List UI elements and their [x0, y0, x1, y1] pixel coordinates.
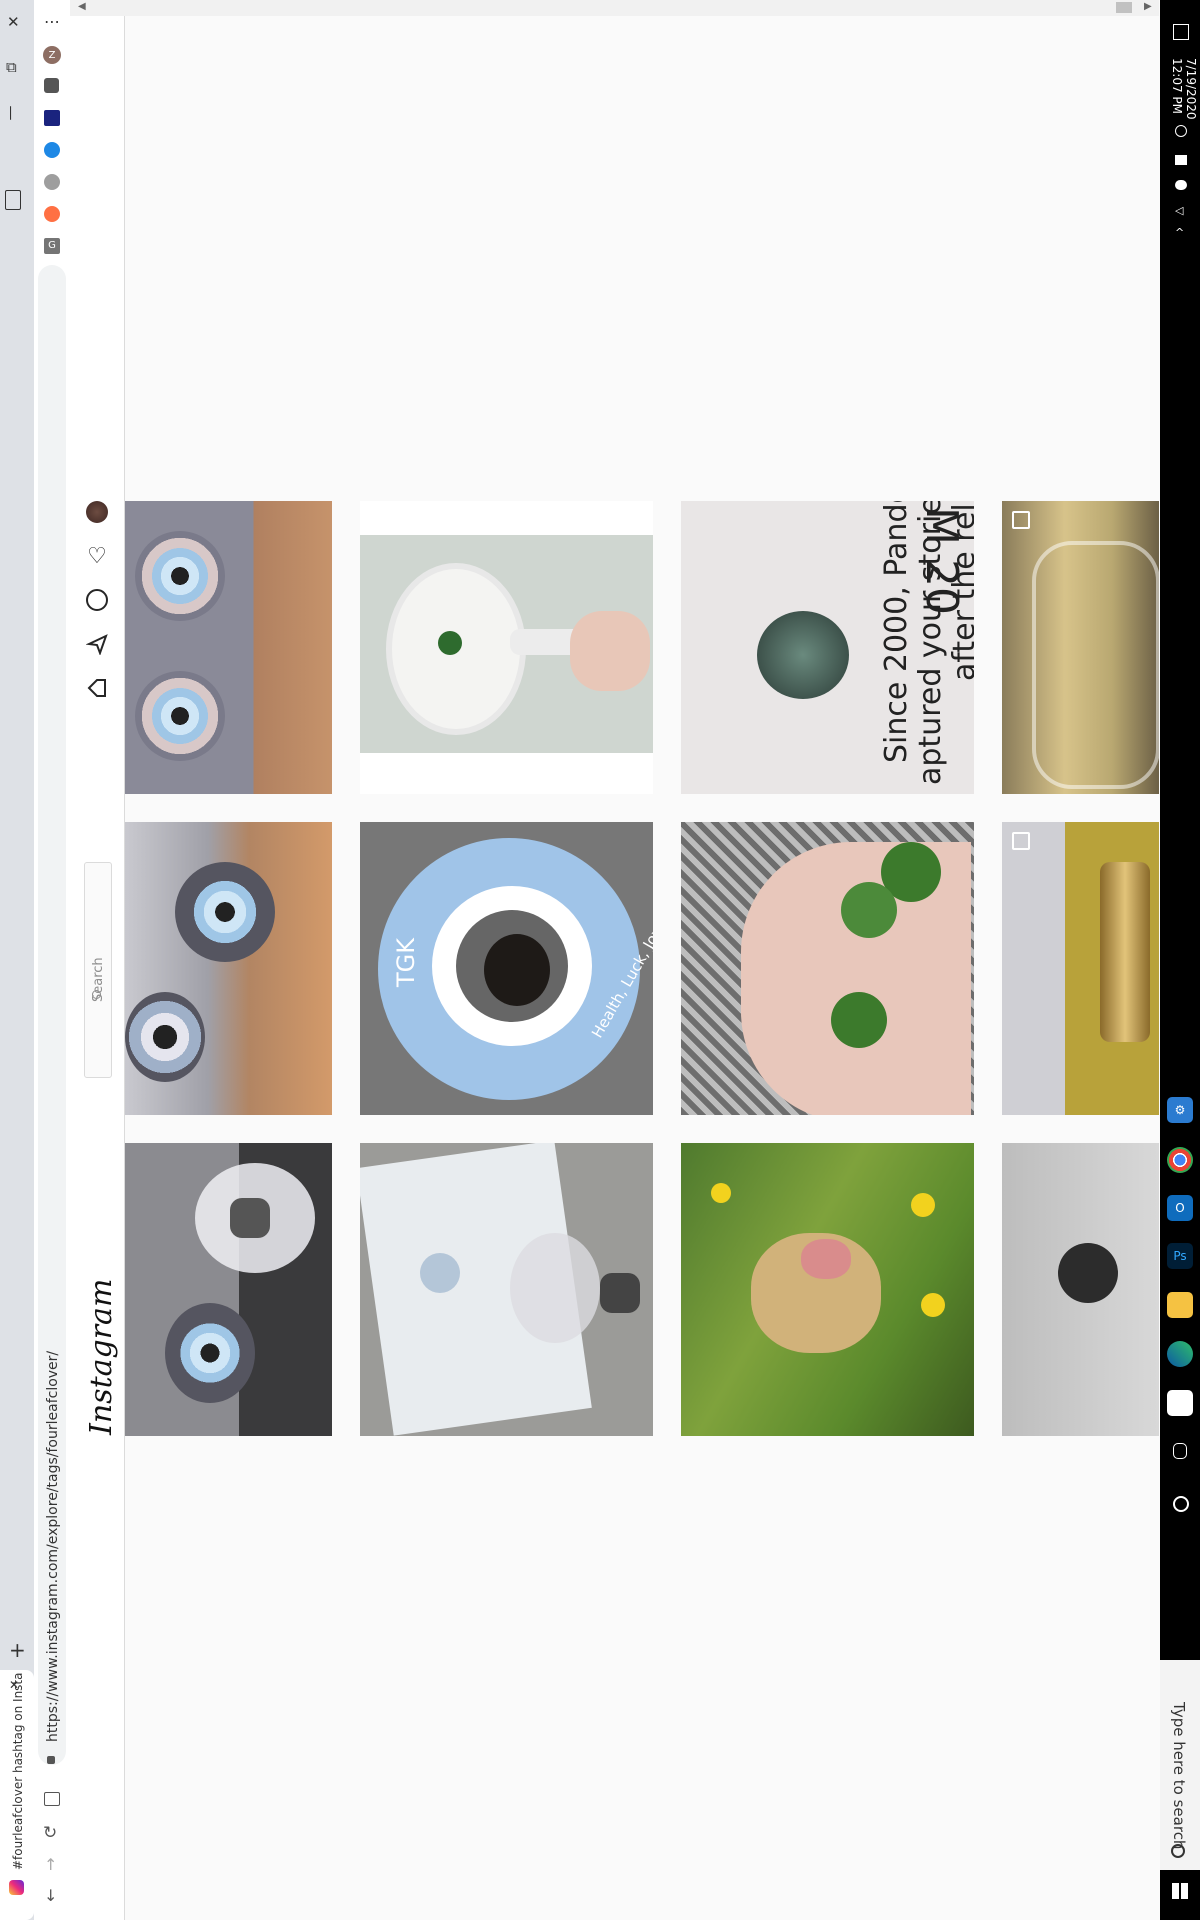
extension-blue-icon[interactable] — [44, 142, 60, 158]
task-view-icon[interactable] — [1173, 1443, 1187, 1459]
store-app-icon[interactable] — [1167, 1390, 1193, 1416]
home-icon-ig[interactable] — [84, 675, 110, 701]
search-icon — [92, 990, 101, 999]
extensions-puzzle-icon[interactable] — [44, 78, 59, 93]
carousel-icon — [1012, 832, 1030, 850]
dropbox-icon[interactable] — [1175, 155, 1187, 165]
direct-send-icon[interactable] — [84, 631, 110, 657]
scrollbar-thumb[interactable] — [1116, 2, 1132, 13]
window-close-icon[interactable]: ✕ — [7, 13, 20, 31]
extension-orange-icon[interactable] — [44, 206, 60, 222]
lock-icon — [47, 1756, 55, 1764]
photoshop-app-icon[interactable]: Ps — [1167, 1243, 1193, 1269]
post-tile[interactable] — [681, 822, 974, 1115]
post-tile[interactable] — [360, 1143, 653, 1436]
post-tile[interactable]: Since 2000, Pandora aptured your stories… — [681, 501, 974, 794]
reload-icon[interactable]: ↻ — [43, 1823, 57, 1843]
explore-compass-icon[interactable] — [84, 587, 110, 613]
tab-strip — [0, 0, 34, 1920]
address-url[interactable]: https://www.instagram.com/explore/tags/f… — [45, 1351, 61, 1742]
post-tile[interactable]: TGK Health, Luck, Joy — [360, 822, 653, 1115]
chrome-app-icon[interactable] — [1167, 1147, 1193, 1173]
outlook-app-icon[interactable]: O — [1167, 1195, 1193, 1221]
post-tile[interactable] — [1002, 1143, 1159, 1436]
search-magnifier-icon — [1171, 1844, 1185, 1858]
new-tab-button[interactable]: + — [9, 1638, 26, 1662]
show-hidden-icon[interactable]: ^ — [1175, 226, 1184, 239]
instagram-logo[interactable]: Instagram — [84, 1279, 119, 1435]
window-restore-icon[interactable]: ⧉ — [6, 58, 17, 76]
windows-start-icon[interactable] — [1172, 1883, 1188, 1899]
scroll-right-arrow-icon[interactable]: ▶ — [1144, 1, 1152, 12]
tray-icon[interactable] — [1175, 125, 1187, 137]
post-tile[interactable] — [125, 822, 332, 1115]
notification-icon[interactable] — [1173, 24, 1189, 40]
taskbar — [1160, 0, 1200, 1920]
extension-grey-icon[interactable] — [44, 174, 60, 190]
post-tile[interactable] — [681, 1143, 974, 1436]
window-minimize-icon[interactable]: — — [3, 106, 21, 121]
tab-close-icon[interactable]: ✕ — [9, 1678, 19, 1692]
tab-title: #fourleafclover hashtag on Insta — [11, 1672, 25, 1870]
profile-avatar-ig[interactable] — [86, 501, 108, 523]
post-tile[interactable] — [125, 1143, 332, 1436]
post-tile[interactable] — [125, 501, 332, 794]
edge-app-icon[interactable] — [1167, 1341, 1193, 1367]
file-explorer-icon[interactable] — [1167, 1292, 1193, 1318]
post-tile[interactable] — [360, 501, 653, 794]
tgk-brand: TGK — [392, 938, 420, 987]
back-icon[interactable]: ↓ — [44, 1886, 57, 1905]
extension-chart-icon[interactable] — [44, 110, 60, 126]
profile-initial: Z — [48, 49, 56, 61]
taskbar-time: 12:07 PM — [1170, 58, 1184, 114]
horizontal-scrollbar[interactable]: ◀ ▶ — [70, 0, 1159, 16]
scroll-left-arrow-icon[interactable]: ◀ — [78, 1, 86, 12]
home-icon[interactable] — [44, 1792, 60, 1806]
sidebar-panel-icon[interactable] — [5, 190, 21, 210]
carousel-icon — [1012, 511, 1030, 529]
forward-icon[interactable]: ↑ — [44, 1855, 57, 1874]
volume-icon[interactable]: ◁ — [1175, 204, 1183, 217]
settings-app-icon[interactable]: ⚙ — [1167, 1097, 1193, 1123]
post-tile[interactable] — [1002, 822, 1159, 1115]
post-text-1: Since 2000, Pandora — [879, 501, 914, 763]
profile-avatar[interactable]: Z — [43, 46, 61, 64]
extension-g-icon[interactable]: G — [44, 238, 60, 254]
post-text-corner: M 20 — [916, 507, 967, 615]
menu-icon[interactable]: ⋯ — [44, 12, 60, 31]
instagram-favicon-icon — [9, 1880, 24, 1895]
post-tile[interactable] — [1002, 501, 1159, 794]
cortana-icon[interactable] — [1173, 1496, 1189, 1512]
cloud-icon[interactable] — [1175, 180, 1187, 190]
active-tab[interactable]: #fourleafclover hashtag on Insta ✕ — [0, 1670, 34, 1920]
taskbar-date: 7/19/2020 — [1184, 58, 1198, 120]
taskbar-search-placeholder: Type here to search — [1170, 1702, 1188, 1850]
activity-heart-icon[interactable]: ♡ — [84, 543, 110, 569]
